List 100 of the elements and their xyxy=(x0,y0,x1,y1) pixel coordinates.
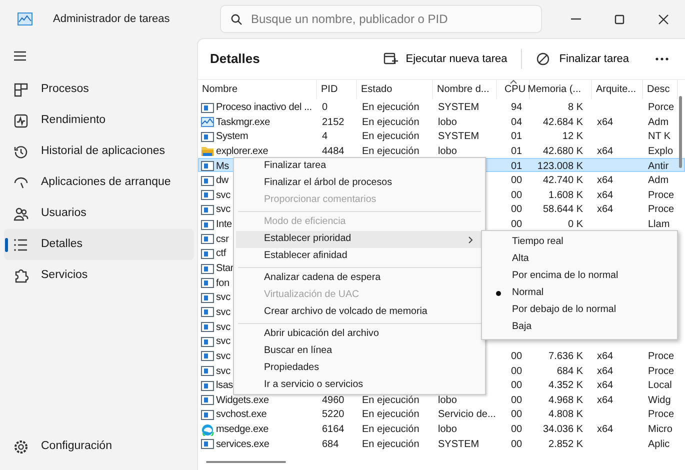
process-name: msedge.exe xyxy=(216,423,268,438)
table-cell-text: 1.608 K xyxy=(548,188,583,203)
table-cell-text: 4.968 K xyxy=(548,394,583,408)
table-cell-text: 00 xyxy=(510,203,522,218)
process-name: svc xyxy=(216,320,230,335)
table-cell-text: x64 xyxy=(597,116,614,130)
table-cell-text: Proce xyxy=(648,188,674,203)
process-name: svc xyxy=(216,350,230,364)
table-cell-text: x64 xyxy=(597,188,614,203)
table-cell-text: 00 xyxy=(510,174,522,188)
table-cell-text: 01 xyxy=(510,144,522,159)
table-cell-text: En ejecución xyxy=(362,423,420,438)
table-cell-text: x64 xyxy=(597,350,614,364)
table-cell-text: 00 xyxy=(510,438,522,452)
table-cell-text: 6164 xyxy=(322,423,344,438)
table-cell-text: Aplic xyxy=(648,438,670,452)
table-cell-text: SYSTEM xyxy=(438,101,480,115)
process-name: svchost.exe xyxy=(216,408,267,422)
process-name: Inte xyxy=(216,218,232,232)
table-cell-text: 684 xyxy=(322,438,339,452)
table-cell-text: 4.352 K xyxy=(548,379,583,394)
table-cell-text: SYSTEM xyxy=(438,438,480,452)
table-cell-text: 00 xyxy=(510,379,522,394)
process-name: svc xyxy=(216,364,230,379)
process-name: svc xyxy=(216,291,230,306)
table-cell-text: En ejecución xyxy=(362,438,420,452)
table-cell-text: 94 xyxy=(510,101,522,115)
table-cell-text: 4484 xyxy=(322,144,344,159)
table-cell-text: En ejecución xyxy=(362,130,420,144)
table-cell-text: Adm xyxy=(648,174,669,188)
table-cell-text: x64 xyxy=(597,394,614,408)
table-cell-text: 42.740 K xyxy=(542,174,583,188)
table-cell-text: lobo xyxy=(438,116,457,130)
process-name: svc xyxy=(216,306,230,320)
process-name: fon xyxy=(216,276,230,291)
table-cell-text: 123.008 K xyxy=(537,160,583,174)
process-name: svc xyxy=(216,188,230,203)
process-name: Taskmgr.exe xyxy=(216,116,270,130)
table-cell-text: En ejecución xyxy=(362,116,420,130)
table-cell-text: Antir xyxy=(648,160,669,174)
table-cell-text: Servicio de... xyxy=(438,408,496,422)
process-name: svc xyxy=(216,335,230,350)
table-cell-text: 58.644 K xyxy=(542,203,583,218)
table-cell-text: 4.808 K xyxy=(548,408,583,422)
table-cell-text: x64 xyxy=(597,379,614,394)
table-cell-text: 42.684 K xyxy=(542,116,583,130)
table-cell-text: 00 xyxy=(510,394,522,408)
process-name: services.exe xyxy=(216,438,270,452)
table-cell-text: 00 xyxy=(510,350,522,364)
table-cell-text: 01 xyxy=(510,130,522,144)
table-cell-text: 00 xyxy=(510,188,522,203)
process-name: System xyxy=(216,130,248,144)
table-cell-text: 00 xyxy=(510,408,522,422)
process-name: Star xyxy=(216,262,234,276)
table-cell-text: NT K xyxy=(648,130,671,144)
table-cell-text: 684 K xyxy=(556,364,583,379)
process-name: csr xyxy=(216,232,229,247)
table-cell-text: x64 xyxy=(597,144,614,159)
table-cell-text: 42.680 K xyxy=(542,144,583,159)
table-cell-text: x64 xyxy=(597,174,614,188)
table-cell-text: 4960 xyxy=(322,394,344,408)
table-cell-text: Adm xyxy=(648,116,669,130)
table-cell-text: En ejecución xyxy=(362,408,420,422)
table-cell-text: 0 xyxy=(322,101,328,115)
table-cell-text: 5220 xyxy=(322,408,344,422)
table-cell-text: x64 xyxy=(597,203,614,218)
process-name: lsas xyxy=(216,379,233,394)
table-cell-text: En ejecución xyxy=(362,144,420,159)
table-cell-text: Proce xyxy=(648,350,674,364)
table-cell-text: x64 xyxy=(597,423,614,438)
process-name: Widgets.exe xyxy=(216,394,269,408)
table-cell-text: Micro xyxy=(648,423,672,438)
table-cell-text: 04 xyxy=(510,116,522,130)
table-cell-text: SYSTEM xyxy=(438,130,480,144)
table-cell-text: 0 K xyxy=(568,218,583,232)
table-cell-text: Porce xyxy=(648,101,674,115)
table-cell-text: Local xyxy=(648,379,672,394)
window-title: Administrador de tareas xyxy=(53,12,171,27)
page-title: Detalles xyxy=(210,50,260,68)
table-cell-text: Proce xyxy=(648,203,674,218)
table-cell-text: 34.036 K xyxy=(542,423,583,438)
table-cell-text: lobo xyxy=(438,423,457,438)
table-cell-text: lobo xyxy=(438,144,457,159)
table-cell-text: 8 K xyxy=(568,101,583,115)
table-cell-text: En ejecución xyxy=(362,101,420,115)
table-cell-text: Proce xyxy=(648,364,674,379)
table-cell-text: 00 xyxy=(510,218,522,232)
table-cell-text: 00 xyxy=(510,423,522,438)
table-cell-text: 00 xyxy=(510,364,522,379)
table-cell-text: 7.636 K xyxy=(548,350,583,364)
table-cell-text: Widg xyxy=(648,394,671,408)
table-cell-text: x64 xyxy=(597,364,614,379)
process-name: svc xyxy=(216,203,230,218)
process-name: Proceso inactivo del ... xyxy=(216,101,312,115)
process-name: explorer.exe xyxy=(216,144,268,159)
table-cell-text: 2152 xyxy=(322,116,344,130)
table-cell-text: 01 xyxy=(510,160,522,174)
table-cell-text: lobo xyxy=(438,394,457,408)
table-cell-text: 2.852 K xyxy=(548,438,583,452)
process-name: ctf xyxy=(216,247,226,262)
